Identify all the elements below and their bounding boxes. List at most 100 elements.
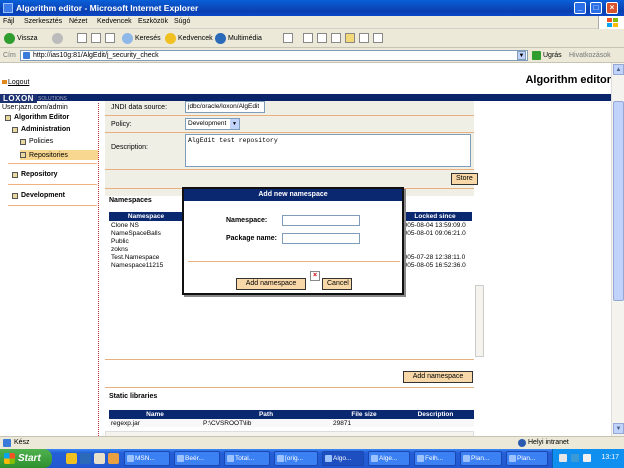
folder-icon[interactable] <box>345 33 355 43</box>
sidebar-item-development[interactable]: Development <box>12 192 65 199</box>
stop-icon[interactable] <box>77 33 87 43</box>
start-button[interactable]: Start <box>0 449 52 468</box>
namespaces-title: Namespaces <box>109 197 152 204</box>
messenger-icon[interactable] <box>373 33 383 43</box>
menu-view[interactable]: Nézet <box>69 18 87 25</box>
quicklaunch-icon[interactable] <box>108 453 119 464</box>
search-button[interactable]: Keresés <box>122 32 161 45</box>
history-icon[interactable] <box>283 33 293 43</box>
jndi-input[interactable]: jdbc/oracle/loxon/AlgEdit <box>185 101 265 113</box>
namespace-label: Namespace: <box>226 217 268 224</box>
windows-logo-icon <box>598 16 624 29</box>
back-arrow-icon <box>4 33 15 44</box>
clock[interactable]: 13:17 <box>601 454 619 461</box>
address-input[interactable]: http://ias10g:81/AlgEdit/j_security_chec… <box>20 50 528 61</box>
taskbar-button[interactable]: MSN... <box>124 451 170 466</box>
sidebar-item-administration[interactable]: Administration <box>12 126 70 133</box>
star-icon <box>165 33 176 44</box>
menu-favorites[interactable]: Kedvencek <box>97 18 132 25</box>
brand-logo: LOXON <box>0 94 37 103</box>
sidebar-divider <box>8 184 97 185</box>
sidebar-divider <box>8 205 97 206</box>
scroll-thumb[interactable] <box>613 101 624 301</box>
sidebar-divider <box>8 163 97 164</box>
sidebar-item-repository[interactable]: Repository <box>12 171 58 178</box>
menu-tools[interactable]: Eszközök <box>138 18 168 25</box>
address-dropdown[interactable]: ▼ <box>517 51 526 60</box>
menu-file[interactable]: Fájl <box>3 18 14 25</box>
quicklaunch-icon[interactable] <box>66 453 77 464</box>
logout-icon <box>2 80 7 84</box>
address-bar: Cím http://ias10g:81/AlgEdit/j_security_… <box>0 48 624 63</box>
close-icon[interactable]: × <box>310 271 320 281</box>
toolbar: Vissza Keresés Kedvencek Multimédia <box>0 29 624 48</box>
page-scrollbar[interactable]: ▲ ▼ <box>611 63 624 436</box>
go-button[interactable]: Ugrás <box>532 51 562 60</box>
dialog-title: Add new namespace <box>184 189 402 201</box>
taskbar-button[interactable]: Plan... <box>460 451 502 466</box>
namespaces-scrollbar[interactable] <box>475 285 484 357</box>
menu-help[interactable]: Súgó <box>174 18 190 25</box>
go-arrow-icon <box>532 51 541 60</box>
home-icon[interactable] <box>105 33 115 43</box>
policy-select[interactable]: Development ▼ <box>185 118 240 130</box>
refresh-icon[interactable] <box>91 33 101 43</box>
mail-icon[interactable] <box>303 33 313 43</box>
dialog-add-namespace-button[interactable]: Add namespace <box>236 278 306 290</box>
tray-icon[interactable] <box>571 454 579 462</box>
package-name-input[interactable] <box>282 233 360 244</box>
taskbar-button[interactable]: Beér... <box>174 451 220 466</box>
back-button[interactable]: Vissza <box>4 32 38 45</box>
quicklaunch-icon[interactable] <box>94 453 105 464</box>
taskbar-button[interactable]: Plan... <box>506 451 548 466</box>
taskbar-button-active[interactable]: Algo... <box>322 451 364 466</box>
taskbar-button[interactable]: [orig... <box>274 451 318 466</box>
scroll-down-icon[interactable]: ▼ <box>613 423 624 434</box>
dialog-cancel-button[interactable]: Cancel <box>322 278 352 290</box>
libs-header-path: Path <box>201 410 331 419</box>
tray-icon[interactable] <box>583 454 591 462</box>
maximize-button[interactable]: □ <box>590 2 602 14</box>
chevron-down-icon: ▼ <box>230 119 239 129</box>
store-button[interactable]: Store <box>451 173 478 185</box>
quicklaunch-icon[interactable] <box>80 453 91 464</box>
sidebar-item-repositories[interactable]: Repositories <box>20 150 98 160</box>
page-done-icon <box>3 439 11 447</box>
header-strip <box>0 94 611 101</box>
user-label: User:jazn.com/admin <box>2 104 68 111</box>
brand-subtitle: SOLUTIONS <box>38 96 67 102</box>
links-button[interactable]: Hivatkozások <box>569 52 611 59</box>
namespace-input[interactable] <box>282 215 360 226</box>
window-title-bar[interactable]: Algorithm editor - Microsoft Internet Ex… <box>0 0 624 16</box>
taskbar-button[interactable]: Total... <box>224 451 270 466</box>
menu-edit[interactable]: Szerkesztés <box>24 18 62 25</box>
package-name-label: Package name: <box>226 235 277 242</box>
scroll-up-icon[interactable]: ▲ <box>613 64 624 75</box>
namespaces-header-locked: Locked since <box>398 212 472 221</box>
edit-icon[interactable] <box>331 33 341 43</box>
taskbar-button[interactable]: Felh... <box>414 451 456 466</box>
page-title: Algorithm editor <box>525 74 611 86</box>
libs-header-size: File size <box>331 410 397 419</box>
favorites-button[interactable]: Kedvencek <box>165 32 213 45</box>
taskbar: Start MSN... Beér... Total... [orig... A… <box>0 449 624 468</box>
sidebar-root[interactable]: Algorithm Editor <box>5 114 69 121</box>
logout-link[interactable]: Logout <box>2 79 29 86</box>
description-textarea[interactable]: AlgEdit test repository <box>185 134 471 167</box>
sidebar-item-policies[interactable]: Policies <box>20 138 53 145</box>
forward-button[interactable] <box>52 32 65 45</box>
minimize-button[interactable]: _ <box>574 2 586 14</box>
add-namespace-button[interactable]: Add namespace <box>403 371 473 383</box>
tray-icon[interactable] <box>559 454 567 462</box>
table-row[interactable]: regexp.jar P:\CVSROOT\lib 29871 <box>109 419 474 427</box>
taskbar-button[interactable]: Alge... <box>368 451 410 466</box>
address-label: Cím <box>3 52 16 59</box>
print-icon[interactable] <box>317 33 327 43</box>
media-button[interactable]: Multimédia <box>215 32 262 45</box>
close-button[interactable]: × <box>606 2 618 14</box>
status-text: Kész <box>14 439 30 446</box>
form-divider <box>105 132 474 133</box>
discuss-icon[interactable] <box>359 33 369 43</box>
search-icon <box>122 33 133 44</box>
page-icon <box>23 52 30 59</box>
